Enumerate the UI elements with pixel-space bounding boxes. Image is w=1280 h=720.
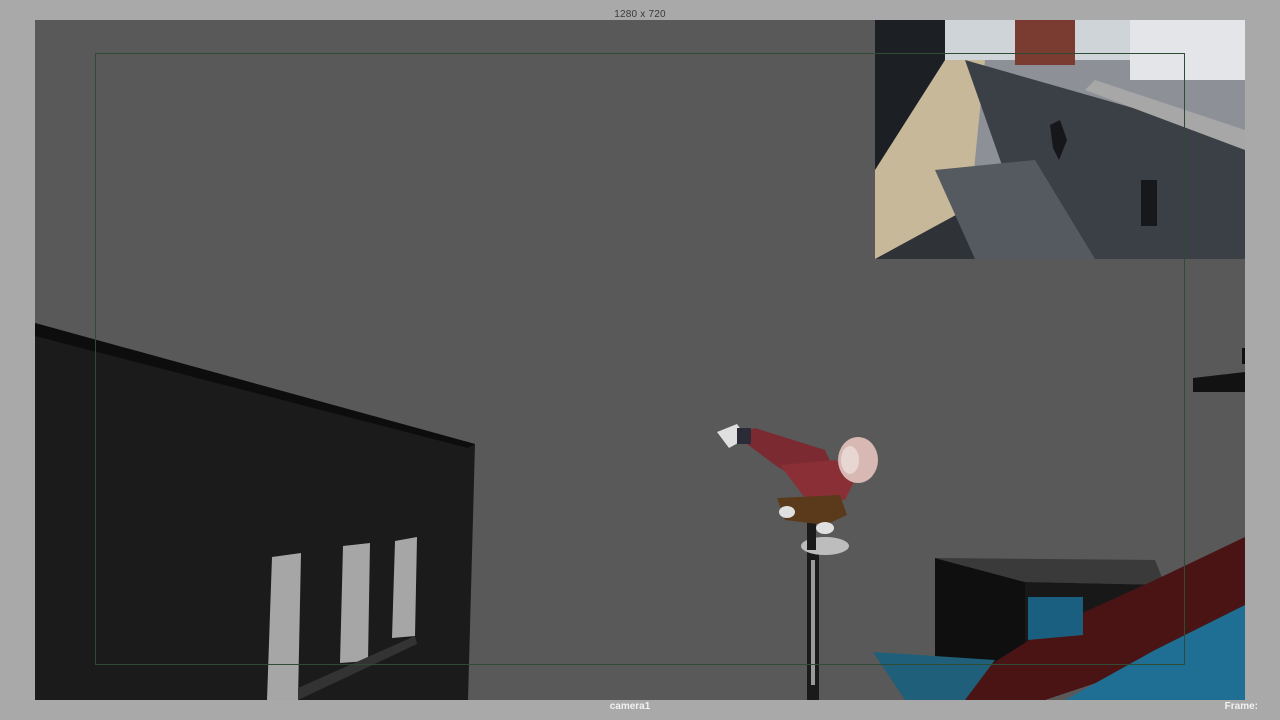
box-inner-blue [1028,597,1083,640]
window-3 [392,537,417,638]
reference-image-plane [875,20,1245,259]
rooftop-post [1242,348,1245,364]
reference-photo [875,20,1245,259]
window-1 [267,553,301,700]
lamp-neck [807,520,816,550]
frame-label: Frame: [1224,701,1258,712]
rooftop-ledge [1193,372,1245,392]
resolution-label: 1280 x 720 [614,9,666,20]
camera-name-label: camera1 [609,701,651,712]
character [717,424,878,534]
window-2 [340,543,370,663]
lamp-post-highlight [811,560,815,685]
